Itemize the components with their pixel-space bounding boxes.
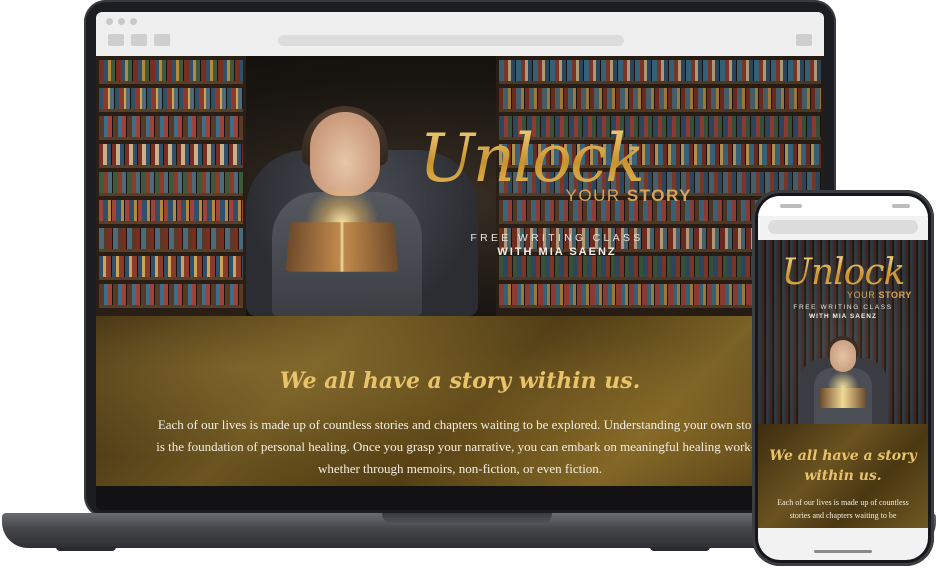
phone-intro-heading: We all have a story within us. <box>769 448 917 484</box>
phone-home-indicator[interactable] <box>814 550 872 553</box>
laptop-foot-left <box>56 547 116 551</box>
hero-title-story: STORY <box>626 186 692 205</box>
phone-hero-title-subline: YOUR STORY <box>828 290 912 300</box>
laptop-trackpad-notch <box>382 513 552 525</box>
laptop-foot-right <box>650 547 710 551</box>
reload-button[interactable] <box>154 34 170 46</box>
phone-screen: Unlock YOUR STORY FREE WRITING CLASS WIT… <box>758 196 928 560</box>
phone-address-bar[interactable] <box>768 220 918 234</box>
bookshelf-left <box>96 56 246 316</box>
hero-title-your: YOUR <box>565 186 627 205</box>
phone-reader-face <box>830 340 856 372</box>
phone-clock-placeholder <box>780 204 802 208</box>
hero-class-line: FREE WRITING CLASS <box>470 232 644 244</box>
address-bar[interactable] <box>278 35 624 46</box>
phone-intro-section: We all have a story within us. Each of o… <box>758 424 928 528</box>
window-close-dot[interactable] <box>106 18 113 25</box>
phone-hero-title-your: YOUR <box>846 290 879 300</box>
browser-toolbar <box>96 12 824 56</box>
phone-hero-title-story: STORY <box>878 290 912 300</box>
phone-hero-title-script: Unlock <box>768 252 918 293</box>
reader-face-illustration <box>310 112 380 196</box>
phone-hero-instructor-line: WITH MIA SAENZ <box>809 313 877 320</box>
intro-section: We all have a story within us. Each of o… <box>96 316 824 486</box>
screen-bottom-edge <box>96 486 824 510</box>
laptop-screen: Unlock YOUR STORY FREE WRITING CLASS WIT… <box>96 12 824 510</box>
window-minimize-dot[interactable] <box>118 18 125 25</box>
browser-menu-button[interactable] <box>796 34 812 46</box>
hero-banner: Unlock YOUR STORY FREE WRITING CLASS WIT… <box>96 56 824 316</box>
phone-hero-class-line: FREE WRITING CLASS <box>793 304 893 311</box>
phone-intro-paragraph: Each of our lives is made up of countles… <box>777 498 909 520</box>
intro-heading: We all have a story within us. <box>279 368 641 394</box>
intro-paragraph: Each of our lives is made up of countles… <box>156 417 764 476</box>
phone-open-book <box>820 388 866 408</box>
phone-status-bar <box>758 196 928 216</box>
phone-hero-banner: Unlock YOUR STORY FREE WRITING CLASS WIT… <box>758 240 928 424</box>
back-button[interactable] <box>108 34 124 46</box>
phone-signal-icon <box>892 204 910 208</box>
hero-instructor-line: WITH MIA SAENZ <box>497 246 617 258</box>
forward-button[interactable] <box>131 34 147 46</box>
hero-title-subline: YOUR STORY <box>492 186 692 206</box>
window-maximize-dot[interactable] <box>130 18 137 25</box>
open-book-illustration <box>285 222 399 272</box>
